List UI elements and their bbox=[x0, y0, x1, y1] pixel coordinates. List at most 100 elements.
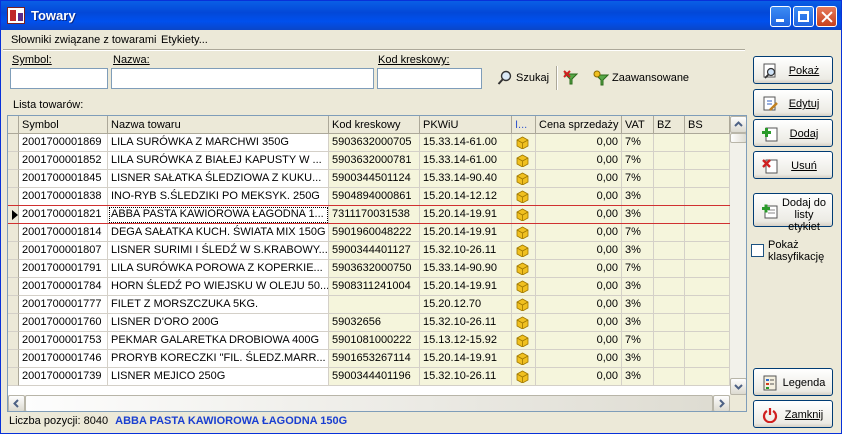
cell-bs bbox=[685, 134, 730, 152]
product-type-cell bbox=[512, 350, 536, 368]
menu-etykiety[interactable]: Etykiety... bbox=[161, 34, 208, 46]
kod-kreskowy-input[interactable] bbox=[377, 68, 482, 89]
header-vat[interactable]: VAT bbox=[622, 116, 654, 134]
row-indicator bbox=[8, 242, 19, 260]
cell-nazwa: ABBA PASTA KAWIOROWA ŁAGODNA 1... bbox=[108, 206, 329, 224]
header-pkwiu[interactable]: PKWiU bbox=[420, 116, 512, 134]
szukaj-button[interactable]: Szukaj bbox=[497, 67, 549, 89]
title-bar[interactable]: Towary bbox=[1, 1, 841, 30]
cell-bs bbox=[685, 296, 730, 314]
product-type-cell bbox=[512, 368, 536, 386]
cell-bz bbox=[654, 242, 685, 260]
cell-bs bbox=[685, 242, 730, 260]
table-row[interactable]: 2001700001845 LISNER SAŁATKA ŚLEDZIOWA Z … bbox=[8, 170, 730, 188]
cell-kod: 5900344401196 bbox=[329, 368, 420, 386]
dodaj-do-listy-etykiet-button[interactable]: Dodaj do listy etykiet bbox=[753, 193, 833, 233]
cell-cena: 0,00 bbox=[536, 134, 622, 152]
table-row[interactable]: 2001700001807 LISNER SURIMI I ŚLEDŹ W S.K… bbox=[8, 242, 730, 260]
vertical-scroll-thumb[interactable] bbox=[730, 133, 746, 143]
cell-vat: 3% bbox=[622, 314, 654, 332]
toolbar-separator bbox=[556, 66, 558, 90]
product-type-cell bbox=[512, 332, 536, 350]
header-nazwa[interactable]: Nazwa towaru bbox=[108, 116, 329, 134]
header-cena[interactable]: Cena sprzedaży bbox=[536, 116, 622, 134]
scroll-up-button[interactable] bbox=[730, 116, 746, 133]
towary-window: Towary Słowniki związane z towarami Etyk… bbox=[0, 0, 842, 434]
nazwa-input[interactable] bbox=[111, 68, 374, 89]
table-row[interactable]: 2001700001791 LILA SURÓWKA POROWA Z KOPER… bbox=[8, 260, 730, 278]
cell-vat: 7% bbox=[622, 134, 654, 152]
row-indicator bbox=[8, 314, 19, 332]
row-indicator bbox=[8, 224, 19, 242]
header-i[interactable]: I... bbox=[512, 116, 536, 134]
cell-vat: 3% bbox=[622, 296, 654, 314]
header-bz[interactable]: BZ bbox=[654, 116, 685, 134]
cell-bs bbox=[685, 224, 730, 242]
vertical-scrollbar[interactable] bbox=[730, 116, 746, 395]
table-row[interactable]: 2001700001777 FILET Z MORSZCZUKA 5KG. 15.2… bbox=[8, 296, 730, 314]
current-row-arrow-icon bbox=[12, 210, 18, 220]
dodaj-button[interactable]: Dodaj bbox=[753, 119, 833, 147]
cell-cena: 0,00 bbox=[536, 260, 622, 278]
cell-bs bbox=[685, 278, 730, 296]
zaawansowane-button[interactable]: Zaawansowane bbox=[593, 67, 689, 89]
pokaz-klasyfikacje-label[interactable]: Pokaż klasyfikację bbox=[768, 239, 824, 263]
horizontal-scroll-thumb[interactable] bbox=[25, 395, 713, 411]
header-symbol[interactable]: Symbol bbox=[19, 116, 108, 134]
pokaz-button[interactable]: Pokaż bbox=[753, 56, 833, 84]
menu-bar: Słowniki związane z towarami Etykiety... bbox=[1, 31, 747, 49]
edytuj-button[interactable]: Edytuj bbox=[753, 89, 833, 117]
close-button[interactable] bbox=[816, 6, 837, 27]
app-icon bbox=[7, 7, 25, 24]
cell-kod: 5903632000781 bbox=[329, 152, 420, 170]
product-type-cell bbox=[512, 188, 536, 206]
table-row[interactable]: 2001700001746 PRORYB KORECZKI "FIL. ŚLEDZ… bbox=[8, 350, 730, 368]
scroll-right-button[interactable] bbox=[713, 395, 730, 411]
advanced-filter-icon bbox=[593, 70, 610, 86]
item-count: Liczba pozycji: 8040 bbox=[9, 415, 109, 427]
symbol-input[interactable] bbox=[10, 68, 108, 89]
product-type-cell bbox=[512, 314, 536, 332]
scroll-left-button[interactable] bbox=[8, 395, 25, 411]
clear-filter-button[interactable] bbox=[563, 67, 582, 89]
cell-bs bbox=[685, 368, 730, 386]
zamknij-button[interactable]: Zamknij bbox=[753, 400, 833, 428]
header-bs[interactable]: BS bbox=[685, 116, 730, 134]
table-row[interactable]: 2001700001838 INO-RYB S.ŚLEDZIKI PO MEKSY… bbox=[8, 188, 730, 206]
table-row[interactable]: 2001700001753 PEKMAR GALARETKA DROBIOWA 4… bbox=[8, 332, 730, 350]
header-kod[interactable]: Kod kreskowy bbox=[329, 116, 420, 134]
cell-kod: 5903632000705 bbox=[329, 134, 420, 152]
add-label-list-icon bbox=[762, 203, 778, 219]
cell-kod: 5900344501124 bbox=[329, 170, 420, 188]
window-title: Towary bbox=[31, 8, 76, 23]
cell-nazwa: PRORYB KORECZKI "FIL. ŚLEDZ.MARR... bbox=[108, 350, 329, 368]
table-row[interactable]: 2001700001814 DEGA SAŁATKA KUCH. ŚWIATA M… bbox=[8, 224, 730, 242]
table-row[interactable]: 2001700001760 LISNER D'ORO 200G 59032656 15… bbox=[8, 314, 730, 332]
cell-kod: 5900344401127 bbox=[329, 242, 420, 260]
cell-bz bbox=[654, 296, 685, 314]
magnifier-icon bbox=[497, 70, 513, 86]
minimize-button[interactable] bbox=[770, 6, 791, 27]
view-icon bbox=[762, 63, 778, 79]
table-row[interactable]: 2001700001869 LILA SURÓWKA Z MARCHWI 350G… bbox=[8, 134, 730, 152]
scroll-down-button[interactable] bbox=[730, 378, 746, 395]
table-row[interactable]: 2001700001739 LISNER MEJICO 250G 590034440… bbox=[8, 368, 730, 386]
row-indicator bbox=[8, 206, 19, 224]
cell-pkwiu: 15.32.10-26.11 bbox=[420, 368, 512, 386]
product-box-icon bbox=[516, 298, 529, 312]
table-row[interactable]: 2001700001821 ABBA PASTA KAWIOROWA ŁAGODN… bbox=[8, 206, 730, 224]
table-row[interactable]: 2001700001784 HORN ŚLEDŹ PO WIEJSKU W OLE… bbox=[8, 278, 730, 296]
product-box-icon bbox=[516, 334, 529, 348]
menu-slowniki[interactable]: Słowniki związane z towarami bbox=[11, 34, 157, 46]
cell-kod: 5901960048222 bbox=[329, 224, 420, 242]
table-row[interactable]: 2001700001852 LILA SURÓWKA Z BIAŁEJ KAPUS… bbox=[8, 152, 730, 170]
maximize-button[interactable] bbox=[793, 6, 814, 27]
row-indicator bbox=[8, 296, 19, 314]
product-box-icon bbox=[516, 370, 529, 384]
horizontal-scrollbar[interactable] bbox=[8, 395, 730, 411]
add-icon bbox=[762, 126, 778, 142]
towary-grid[interactable]: Symbol Nazwa towaru Kod kreskowy PKWiU I… bbox=[7, 115, 747, 412]
legenda-button[interactable]: Legenda bbox=[753, 368, 833, 396]
pokaz-klasyfikacje-checkbox[interactable] bbox=[751, 244, 764, 257]
usun-button[interactable]: Usuń bbox=[753, 151, 833, 179]
